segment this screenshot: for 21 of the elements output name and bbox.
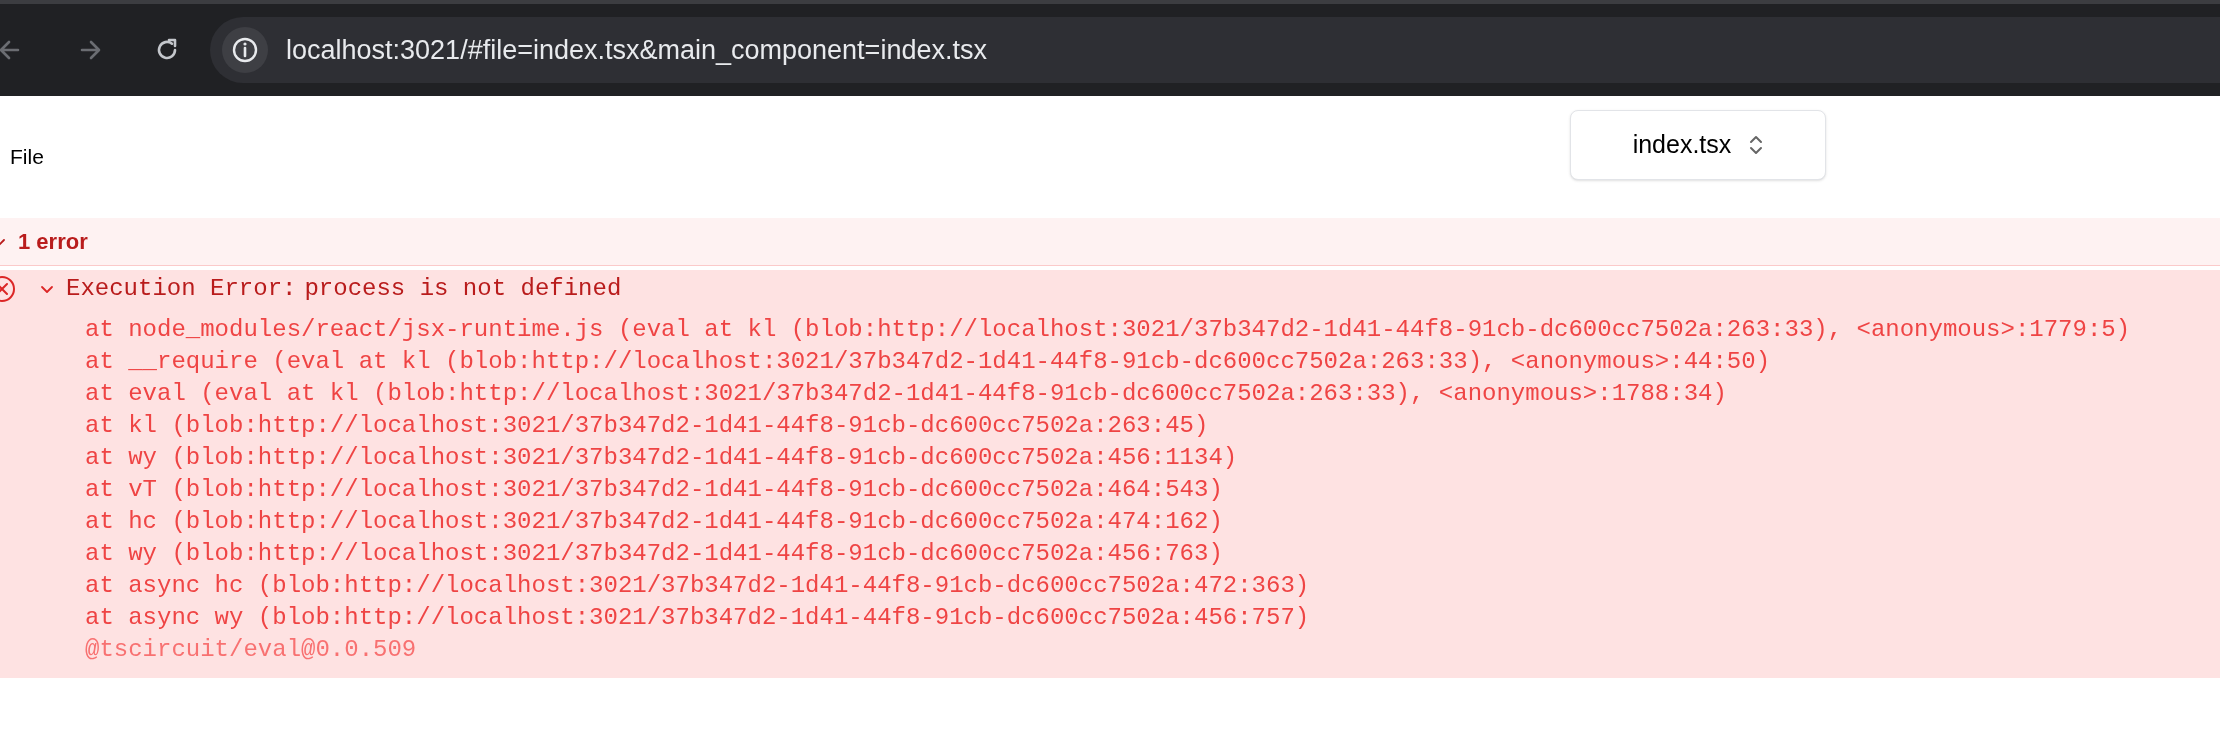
stack-trace-line: at vT (blob:http://localhost:3021/37b347d2-1d41-44f8-91cb-dc600cc7502a:464:543)	[85, 475, 1223, 505]
stack-trace-line: at wy (blob:http://localhost:3021/37b347d2-1d41-44f8-91cb-dc600cc7502a:456:763)	[85, 539, 1223, 569]
stack-trace-line: at hc (blob:http://localhost:3021/37b347d2-1d41-44f8-91cb-dc600cc7502a:474:162)	[85, 507, 1223, 537]
address-bar[interactable]: localhost:3021/#file=index.tsx&main_component=index.tsx	[210, 17, 2220, 83]
back-icon[interactable]	[0, 38, 20, 62]
stack-trace-line: at node_modules/react/jsx-runtime.js (eval at kl (blob:http://localhost:3021/37b347d2-1d41-44f8-91cb-dc600cc7502a:263:33), <anonymous>:1779:5)	[85, 315, 2131, 345]
stack-trace-line: at eval (eval at kl (blob:http://localhost:3021/37b347d2-1d41-44f8-91cb-dc600cc7502a:263:33), <anonymous>:1788:34)	[85, 379, 1727, 409]
stack-trace-line: at async hc (blob:http://localhost:3021/37b347d2-1d41-44f8-91cb-dc600cc7502a:472:363)	[85, 571, 1310, 601]
url-text: localhost:3021/#file=index.tsx&main_component=index.tsx	[286, 33, 987, 67]
stack-trace-line: at wy (blob:http://localhost:3021/37b347d2-1d41-44f8-91cb-dc600cc7502a:456:1134)	[85, 443, 1238, 473]
chevron-up-down-icon	[1749, 133, 1764, 157]
version-text: @tscircuit/eval@0.0.509	[85, 635, 417, 665]
error-message: process is not defined	[304, 274, 622, 304]
stack-trace-line: at async wy (blob:http://localhost:3021/37b347d2-1d41-44f8-91cb-dc600cc7502a:456:757)	[85, 603, 1310, 633]
error-label: Execution Error:	[66, 274, 297, 304]
file-label: File	[10, 144, 44, 171]
info-icon[interactable]	[222, 27, 268, 73]
file-select[interactable]: index.tsx	[1570, 110, 1826, 180]
stack-trace-line: at __require (eval at kl (blob:http://localhost:3021/37b347d2-1d41-44f8-91cb-dc600cc7502a:263:33), <anonymous>:44:50)	[85, 347, 1771, 377]
stack-trace-line: at kl (blob:http://localhost:3021/37b347d2-1d41-44f8-91cb-dc600cc7502a:263:45)	[85, 411, 1209, 441]
error-count: 1 error	[18, 228, 88, 256]
